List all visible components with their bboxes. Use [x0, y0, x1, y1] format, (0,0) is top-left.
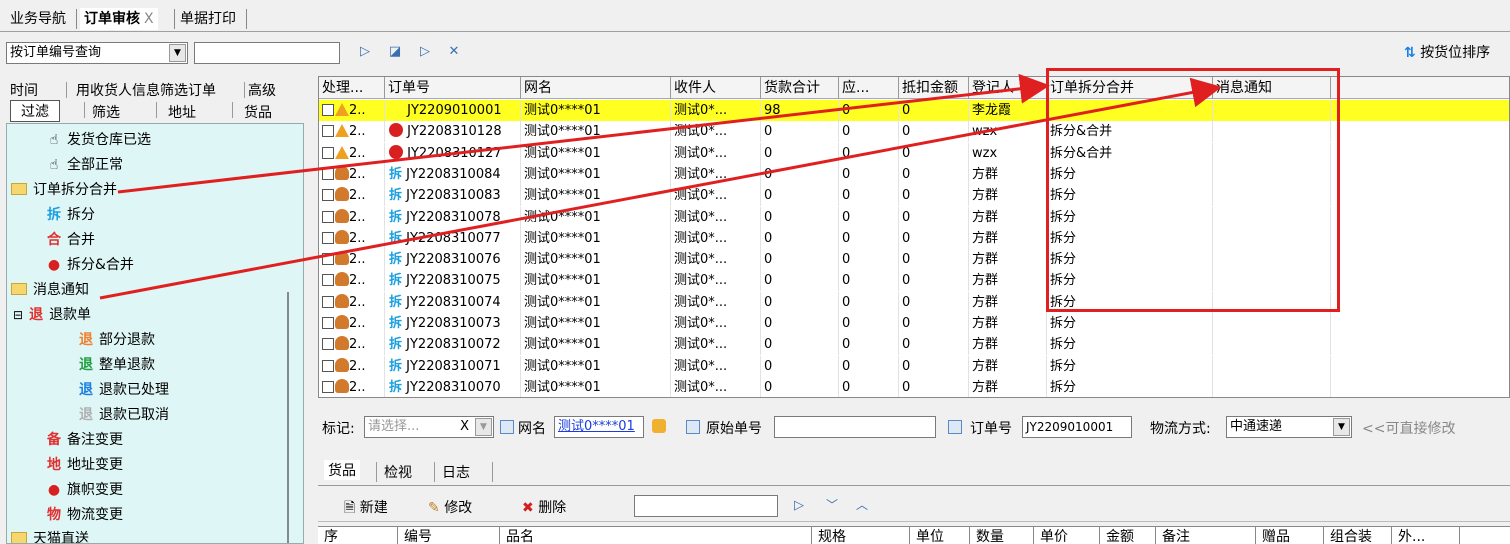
delete-label: 删除 [538, 500, 567, 516]
col-bundle[interactable]: 组合装 [1324, 527, 1392, 544]
col-unit-price[interactable]: 单价 [1034, 527, 1100, 544]
tab-goods-detail[interactable]: 货品 [324, 460, 360, 480]
col-amount[interactable]: 金额 [1100, 527, 1156, 544]
col-quantity[interactable]: 数量 [970, 527, 1034, 544]
logistics-label: 物流方式: [1150, 421, 1211, 437]
chevron-up-icon[interactable]: ︿ [856, 496, 868, 513]
window: { "top_tabs": [ {"label": "业务导航"}, {"lab… [0, 0, 1510, 544]
col-product-name[interactable]: 品名 [500, 527, 812, 544]
orig-no-label: 原始单号 [706, 421, 762, 437]
arrow-message [99, 77, 1222, 300]
new-doc-icon: 🗎 [344, 500, 356, 516]
tab-inspect[interactable]: 检视 [384, 462, 412, 482]
mark-label: 标记: [322, 421, 355, 437]
col-external[interactable]: 外... [1392, 527, 1460, 544]
logistics-select[interactable]: 中通速递 ▼ [1226, 416, 1352, 438]
netname-value: 测试0****01 [558, 419, 635, 434]
goods-toolbar: 🗎 新建 ✎ 修改 ✖ 删除 ▷ ﹀ ︿ [318, 490, 1510, 522]
delete-icon: ✖ [522, 500, 534, 516]
col-seq[interactable]: 序 [318, 527, 398, 544]
new-label: 新建 [359, 500, 388, 516]
copy-icon[interactable] [686, 420, 700, 434]
new-button[interactable]: 🗎 新建 [344, 497, 388, 521]
chevron-down-icon[interactable]: ﹀ [826, 496, 838, 513]
goods-grid-header: 序 编号 品名 规格 单位 数量 单价 金额 备注 赠品 组合装 外... [318, 526, 1510, 544]
order-no-value: JY2209010001 [1026, 420, 1114, 434]
chevron-down-icon[interactable]: ▼ [475, 418, 492, 436]
chevron-down-icon[interactable]: ▼ [1333, 418, 1350, 436]
col-spec[interactable]: 规格 [812, 527, 910, 544]
bottom-tabs: 货品 检视 日志 [318, 456, 1510, 486]
col-remark[interactable]: 备注 [1156, 527, 1256, 544]
col-gift[interactable]: 赠品 [1256, 527, 1324, 544]
orig-no-field[interactable] [774, 416, 936, 438]
order-no-label: 订单号 [970, 421, 1012, 437]
goods-search-input[interactable] [634, 495, 778, 517]
delete-button[interactable]: ✖ 删除 [522, 497, 566, 517]
edit-button[interactable]: ✎ 修改 [428, 497, 472, 517]
col-code[interactable]: 编号 [398, 527, 500, 544]
pencil-icon: ✎ [428, 500, 440, 516]
tab-log[interactable]: 日志 [442, 462, 470, 482]
col-unit[interactable]: 单位 [910, 527, 970, 544]
copy-icon[interactable] [948, 420, 962, 434]
divider [376, 462, 377, 482]
netname-field[interactable]: 测试0****01 [554, 416, 644, 438]
copy-icon[interactable] [500, 420, 514, 434]
edit-label: 修改 [444, 500, 473, 516]
clear-icon[interactable]: X [460, 417, 469, 437]
edit-hint: <<可直接修改 [1362, 421, 1456, 437]
netname-label: 网名 [518, 421, 546, 437]
lock-icon[interactable] [652, 419, 666, 433]
mark-placeholder: 请选择... [368, 419, 420, 434]
logistics-value: 中通速递 [1230, 419, 1283, 434]
search-icon[interactable]: ▷ [794, 498, 804, 513]
order-no-field[interactable]: JY2209010001 [1022, 416, 1132, 438]
order-info-bar: 标记: 请选择... X ▼ 网名 测试0****01 原始单号 订单号 JY2… [318, 408, 1510, 448]
divider [492, 462, 493, 482]
divider [434, 462, 435, 482]
mark-select[interactable]: 请选择... X ▼ [364, 416, 494, 438]
arrow-split-merge [117, 73, 1050, 194]
